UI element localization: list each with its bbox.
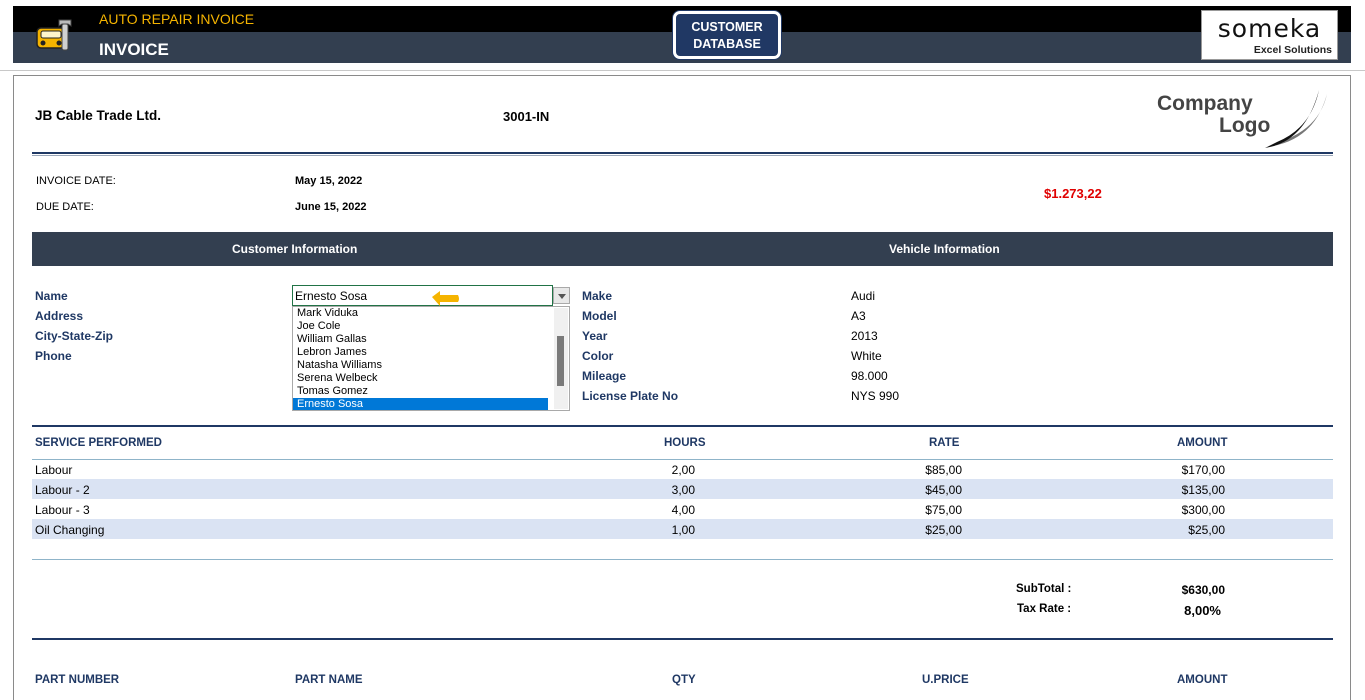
service-amount: $170,00: [1181, 463, 1225, 477]
parts-amount-header: AMOUNT: [1177, 674, 1228, 686]
car-wrench-icon: [36, 19, 72, 51]
service-hours[interactable]: 4,00: [640, 503, 695, 517]
dropdown-option-selected[interactable]: Ernesto Sosa: [293, 398, 548, 410]
dropdown-scrollbar[interactable]: [554, 308, 568, 409]
brand-subtitle: Excel Solutions: [1253, 44, 1332, 56]
subtotal-label: SubTotal :: [1016, 583, 1072, 595]
service-name[interactable]: Labour - 2: [35, 483, 90, 497]
info-section-band: Customer Information Vehicle Information: [32, 232, 1333, 266]
vehicle-color-label: Color: [582, 349, 614, 363]
logo-text-logo: Logo: [1219, 114, 1270, 137]
part-name-header: PART NAME: [295, 674, 363, 686]
vehicle-make-value[interactable]: Audi: [851, 289, 875, 303]
customer-database-label-line2: DATABASE: [693, 37, 761, 51]
service-rate[interactable]: $85,00: [900, 463, 962, 477]
service-name[interactable]: Labour: [35, 463, 72, 477]
company-name: JB Cable Trade Ltd.: [35, 108, 162, 123]
vehicle-mileage-value[interactable]: 98.000: [851, 369, 888, 383]
service-performed-header: SERVICE PERFORMED: [35, 437, 162, 449]
customer-city-label: City-State-Zip: [35, 329, 113, 343]
dropdown-option[interactable]: Joe Cole: [293, 320, 548, 333]
vehicle-plate-value[interactable]: NYS 990: [851, 389, 899, 403]
customer-database-button[interactable]: CUSTOMER DATABASE: [673, 11, 781, 59]
amount-header: AMOUNT: [1177, 437, 1228, 449]
customer-dropdown-list[interactable]: Mark Viduka Joe Cole William Gallas Lebr…: [292, 306, 570, 411]
vehicle-plate-label: License Plate No: [582, 389, 679, 403]
app-title: AUTO REPAIR INVOICE: [99, 11, 255, 27]
dropdown-option[interactable]: Lebron James: [293, 346, 548, 359]
tax-rate-value[interactable]: 8,00%: [1150, 603, 1221, 618]
customer-phone-label: Phone: [35, 349, 72, 363]
customer-info-heading: Customer Information: [232, 242, 358, 256]
services-header-rule: [32, 459, 1333, 460]
due-date-label: DUE DATE:: [36, 201, 94, 213]
invoice-date-label: INVOICE DATE:: [36, 175, 116, 187]
invoice-total: $1.273,22: [1044, 186, 1102, 201]
service-hours[interactable]: 3,00: [640, 483, 695, 497]
header-rule: [32, 152, 1333, 156]
someka-brand-logo[interactable]: someka Excel Solutions: [1201, 10, 1338, 60]
vehicle-color-value[interactable]: White: [851, 349, 882, 363]
app-header: AUTO REPAIR INVOICE INVOICE CUSTOMER DAT…: [13, 6, 1351, 63]
subtotal-value: $630,00: [1181, 583, 1225, 597]
due-date-value[interactable]: June 15, 2022: [295, 201, 367, 213]
dropdown-option[interactable]: Mark Viduka: [293, 307, 548, 320]
invoice-date-value[interactable]: May 15, 2022: [295, 175, 362, 187]
scrollbar-thumb[interactable]: [557, 336, 564, 386]
customer-address-label: Address: [35, 309, 84, 323]
customer-name-label: Name: [35, 289, 68, 303]
brand-word: someka: [1217, 14, 1322, 43]
service-hours[interactable]: 1,00: [640, 523, 695, 537]
header-divider: [0, 70, 1365, 71]
parts-top-rule: [32, 638, 1333, 640]
vehicle-make-label: Make: [582, 289, 613, 303]
service-name[interactable]: Oil Changing: [35, 523, 104, 537]
vehicle-year-value[interactable]: 2013: [851, 329, 878, 343]
company-logo: Company Logo: [1157, 90, 1327, 148]
customer-name-select[interactable]: Ernesto Sosa: [292, 285, 553, 306]
dropdown-option[interactable]: Natasha Williams: [293, 359, 548, 372]
hours-header: HOURS: [664, 437, 706, 449]
services-bottom-rule: [32, 559, 1333, 560]
customer-database-label-line1: CUSTOMER: [691, 20, 763, 34]
vehicle-model-value[interactable]: A3: [851, 309, 866, 323]
logo-text-company: Company: [1157, 92, 1253, 115]
vehicle-mileage-label: Mileage: [582, 369, 627, 383]
service-amount: $135,00: [1181, 483, 1225, 497]
dropdown-option[interactable]: William Gallas: [293, 333, 548, 346]
vehicle-info-heading: Vehicle Information: [889, 242, 1000, 256]
service-rate[interactable]: $45,00: [900, 483, 962, 497]
vehicle-year-label: Year: [582, 329, 608, 343]
services-top-rule: [32, 425, 1333, 427]
service-rate[interactable]: $75,00: [900, 503, 962, 517]
service-name[interactable]: Labour - 3: [35, 503, 90, 517]
chevron-down-icon[interactable]: [553, 287, 570, 304]
service-rate[interactable]: $25,00: [900, 523, 962, 537]
tax-rate-label: Tax Rate :: [1017, 603, 1072, 615]
dropdown-option[interactable]: Tomas Gomez: [293, 385, 548, 398]
service-amount: $25,00: [1188, 523, 1225, 537]
rate-header: RATE: [929, 437, 960, 449]
part-number-header: PART NUMBER: [35, 674, 120, 686]
dropdown-option[interactable]: Serena Welbeck: [293, 372, 548, 385]
vehicle-model-label: Model: [582, 309, 617, 323]
service-amount: $300,00: [1181, 503, 1225, 517]
unit-price-header: U.PRICE: [922, 674, 969, 686]
invoice-number: 3001-IN: [503, 109, 550, 124]
service-hours[interactable]: 2,00: [640, 463, 695, 477]
page-title: INVOICE: [99, 40, 169, 59]
qty-header: QTY: [672, 674, 696, 686]
